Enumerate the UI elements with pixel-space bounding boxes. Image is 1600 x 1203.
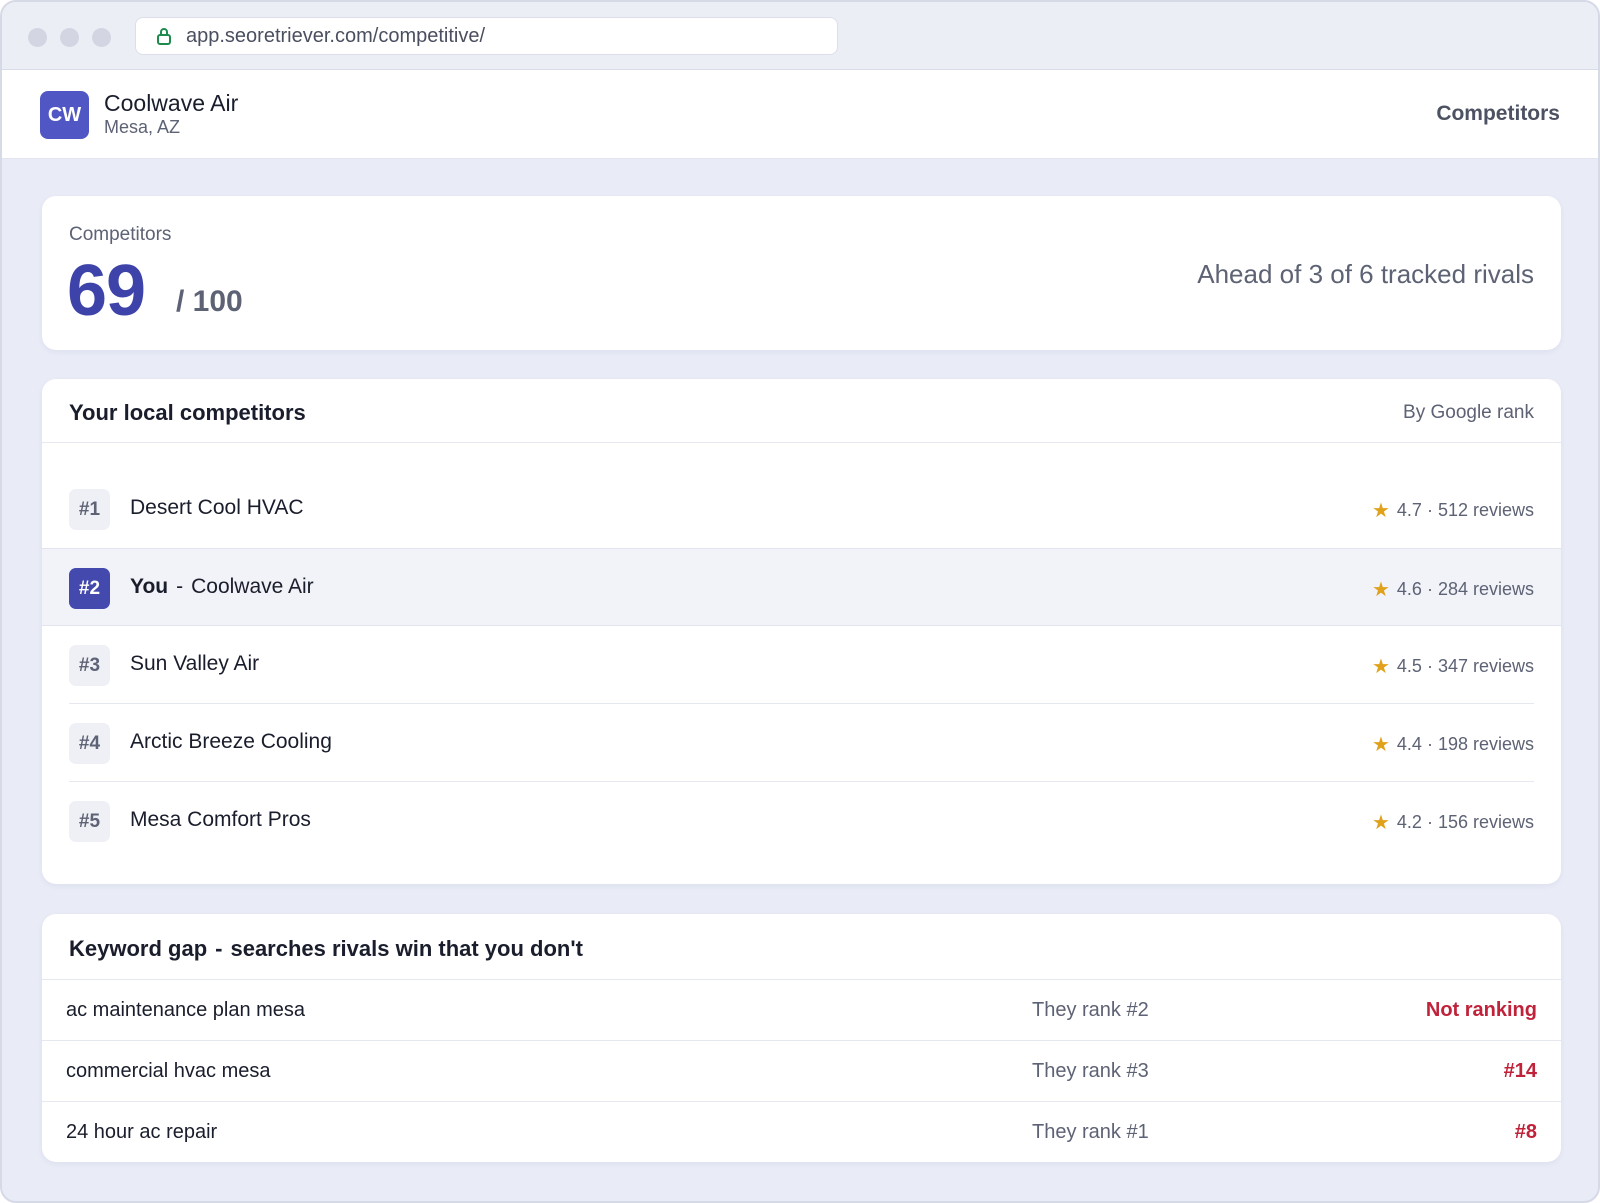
rival-rank: They rank #3 bbox=[1032, 1060, 1149, 1082]
lock-icon bbox=[156, 27, 172, 45]
window-minimize-dot[interactable] bbox=[60, 28, 79, 47]
star-icon: ★ bbox=[1371, 579, 1390, 601]
rating-value: 4.5 bbox=[1396, 656, 1422, 676]
competitor-name: Mesa Comfort Pros bbox=[130, 808, 311, 831]
rank-badge: #4 bbox=[69, 723, 110, 764]
competitor-rating: ★ 4.6 · 284 reviews bbox=[1372, 577, 1534, 602]
app-header: CW Coolwave Air Mesa, AZ Competitors bbox=[2, 70, 1598, 159]
keyword-gap-title: Keyword gap - searches rivals win that you… bbox=[69, 936, 583, 962]
browser-window: app.seoretriever.com/competitive/ CW Coo… bbox=[0, 0, 1600, 1203]
score-card: Competitors 69 / 100 Ahead of 3 of 6 tra… bbox=[42, 196, 1561, 350]
keyword-row[interactable]: ac maintenance plan mesa They rank #2 No… bbox=[42, 980, 1561, 1041]
window-close-dot[interactable] bbox=[28, 28, 47, 47]
review-count: 156 reviews bbox=[1437, 812, 1534, 832]
rating-separator: · bbox=[1426, 656, 1433, 676]
star-icon: ★ bbox=[1371, 734, 1390, 756]
name-separator: - bbox=[176, 575, 184, 598]
star-icon: ★ bbox=[1371, 812, 1390, 834]
competitors-title: Your local competitors bbox=[69, 400, 306, 425]
keyword-gap-title-sub: searches rivals win that you don't bbox=[230, 936, 583, 961]
rank-badge: #2 bbox=[69, 568, 110, 609]
rating-value: 4.7 bbox=[1396, 500, 1422, 520]
rating-separator: · bbox=[1426, 500, 1433, 520]
business-location: Mesa, AZ bbox=[104, 117, 181, 137]
window-maximize-dot[interactable] bbox=[92, 28, 111, 47]
competitor-rating: ★ 4.7 · 512 reviews bbox=[1372, 498, 1534, 523]
competitor-name: Arctic Breeze Cooling bbox=[130, 730, 332, 753]
rating-separator: · bbox=[1426, 734, 1433, 754]
address-bar[interactable]: app.seoretriever.com/competitive/ bbox=[135, 17, 838, 55]
keyword-row[interactable]: commercial hvac mesa They rank #3 #14 bbox=[42, 1041, 1561, 1102]
rival-rank: They rank #1 bbox=[1032, 1121, 1149, 1143]
star-icon: ★ bbox=[1371, 656, 1390, 678]
keyword-term: commercial hvac mesa bbox=[66, 1060, 271, 1082]
your-rank: #14 bbox=[1503, 1060, 1537, 1082]
competitor-list: #1 Desert Cool HVAC ★ 4.7 · 512 reviews … bbox=[42, 470, 1561, 860]
you-tag: You bbox=[130, 575, 169, 598]
keyword-row[interactable]: 24 hour ac repair They rank #1 #8 bbox=[42, 1102, 1561, 1163]
competitor-rating: ★ 4.4 · 198 reviews bbox=[1372, 732, 1534, 757]
nav-competitors-link[interactable]: Competitors bbox=[1436, 102, 1560, 126]
rating-value: 4.4 bbox=[1396, 734, 1422, 754]
competitor-name-text: Coolwave Air bbox=[191, 575, 314, 598]
review-count: 284 reviews bbox=[1437, 579, 1534, 599]
url-text: app.seoretriever.com/competitive/ bbox=[186, 24, 486, 47]
competitor-row[interactable]: #5 Mesa Comfort Pros ★ 4.2 · 156 reviews bbox=[42, 782, 1561, 860]
review-count: 347 reviews bbox=[1437, 656, 1534, 676]
your-rank: #8 bbox=[1514, 1121, 1537, 1143]
rival-rank: They rank #2 bbox=[1032, 999, 1149, 1021]
your-rank: Not ranking bbox=[1425, 999, 1537, 1021]
competitor-row[interactable]: #4 Arctic Breeze Cooling ★ 4.4 · 198 rev… bbox=[42, 704, 1561, 782]
competitors-sort-label[interactable]: By Google rank bbox=[1403, 402, 1534, 424]
competitor-name: Sun Valley Air bbox=[130, 652, 260, 675]
competitor-row-you[interactable]: #2 You - Coolwave Air ★ 4.6 · 284 reviews bbox=[42, 548, 1561, 626]
score-value: 69 bbox=[67, 251, 146, 331]
star-icon: ★ bbox=[1371, 500, 1390, 522]
keyword-term: 24 hour ac repair bbox=[66, 1121, 218, 1143]
business-name: Coolwave Air bbox=[104, 90, 239, 116]
keyword-term: ac maintenance plan mesa bbox=[66, 999, 306, 1021]
competitor-rating: ★ 4.2 · 156 reviews bbox=[1372, 810, 1534, 835]
competitor-row[interactable]: #1 Desert Cool HVAC ★ 4.7 · 512 reviews bbox=[42, 470, 1561, 548]
competitors-card: Your local competitors By Google rank #1… bbox=[42, 379, 1561, 884]
browser-chrome: app.seoretriever.com/competitive/ bbox=[2, 2, 1598, 70]
rating-value: 4.6 bbox=[1396, 579, 1422, 599]
score-summary: Ahead of 3 of 6 tracked rivals bbox=[1197, 259, 1534, 289]
rating-value: 4.2 bbox=[1396, 812, 1422, 832]
score-max: / 100 bbox=[176, 285, 243, 318]
competitor-row[interactable]: #3 Sun Valley Air ★ 4.5 · 347 reviews bbox=[42, 626, 1561, 704]
keyword-gap-header: Keyword gap - searches rivals win that you… bbox=[42, 914, 1561, 980]
rank-badge: #5 bbox=[69, 801, 110, 842]
review-count: 512 reviews bbox=[1437, 500, 1534, 520]
competitor-rating: ★ 4.5 · 347 reviews bbox=[1372, 654, 1534, 679]
rating-separator: · bbox=[1426, 812, 1433, 832]
rank-badge: #3 bbox=[69, 645, 110, 686]
competitor-name: You - Coolwave Air bbox=[130, 575, 314, 599]
business-avatar: CW bbox=[40, 91, 89, 139]
rating-separator: · bbox=[1426, 579, 1433, 599]
rank-badge: #1 bbox=[69, 489, 110, 530]
title-separator: - bbox=[215, 936, 223, 961]
keyword-gap-card: Keyword gap - searches rivals win that you… bbox=[42, 914, 1561, 1162]
competitor-name: Desert Cool HVAC bbox=[130, 496, 304, 519]
keyword-gap-title-main: Keyword gap bbox=[69, 936, 208, 961]
review-count: 198 reviews bbox=[1437, 734, 1534, 754]
score-label: Competitors bbox=[69, 224, 172, 245]
competitors-card-header: Your local competitors By Google rank bbox=[42, 379, 1561, 443]
